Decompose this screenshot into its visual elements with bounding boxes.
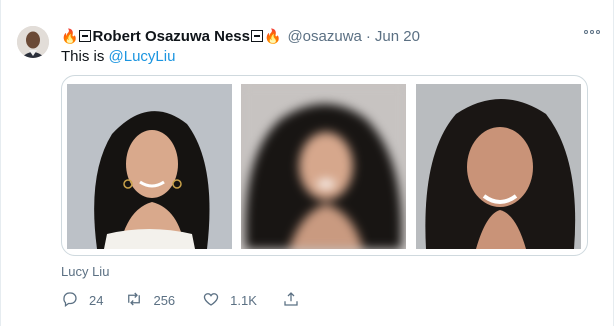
tweet-date[interactable]: Jun 20 [375,28,420,45]
media-caption[interactable]: Lucy Liu [61,264,109,279]
display-name[interactable]: 🔥 Robert Osazuwa Ness 🔥 [61,28,281,45]
tweet-actions: 24 256 1.1K [61,290,300,311]
retweet-button[interactable]: 256 [125,290,175,311]
tweet-header: 🔥 Robert Osazuwa Ness 🔥 @osazuwa · Jun 2… [61,26,600,46]
more-icon[interactable] [584,30,600,34]
fire-emoji-icon: 🔥 [264,28,282,44]
share-icon [282,290,300,311]
display-name-text: Robert Osazuwa Ness [92,27,250,45]
left-divider [0,0,1,326]
fire-emoji-icon: 🔥 [61,28,79,44]
name-symbol-icon [251,30,263,42]
name-symbol-icon [79,30,92,42]
retweet-icon [125,290,143,311]
like-button[interactable]: 1.1K [202,290,257,311]
reply-button[interactable]: 24 [61,290,103,311]
user-handle[interactable]: @osazuwa [287,28,361,45]
avatar[interactable] [17,26,49,58]
tweet-text-body: This is [61,48,109,65]
reply-icon [61,290,79,311]
media-grid [61,75,588,256]
mention-link[interactable]: @LucyLiu [109,48,176,65]
share-button[interactable] [282,290,300,311]
original-photo[interactable] [67,84,232,249]
tweet-text: This is @LucyLiu [61,48,175,65]
like-count: 1.1K [230,293,257,308]
pixelated-photo[interactable] [241,84,406,249]
reply-count: 24 [89,293,104,308]
retweet-count: 256 [153,293,176,308]
reconstructed-photo[interactable] [416,84,581,249]
separator: · [365,27,371,45]
like-icon [202,290,220,311]
